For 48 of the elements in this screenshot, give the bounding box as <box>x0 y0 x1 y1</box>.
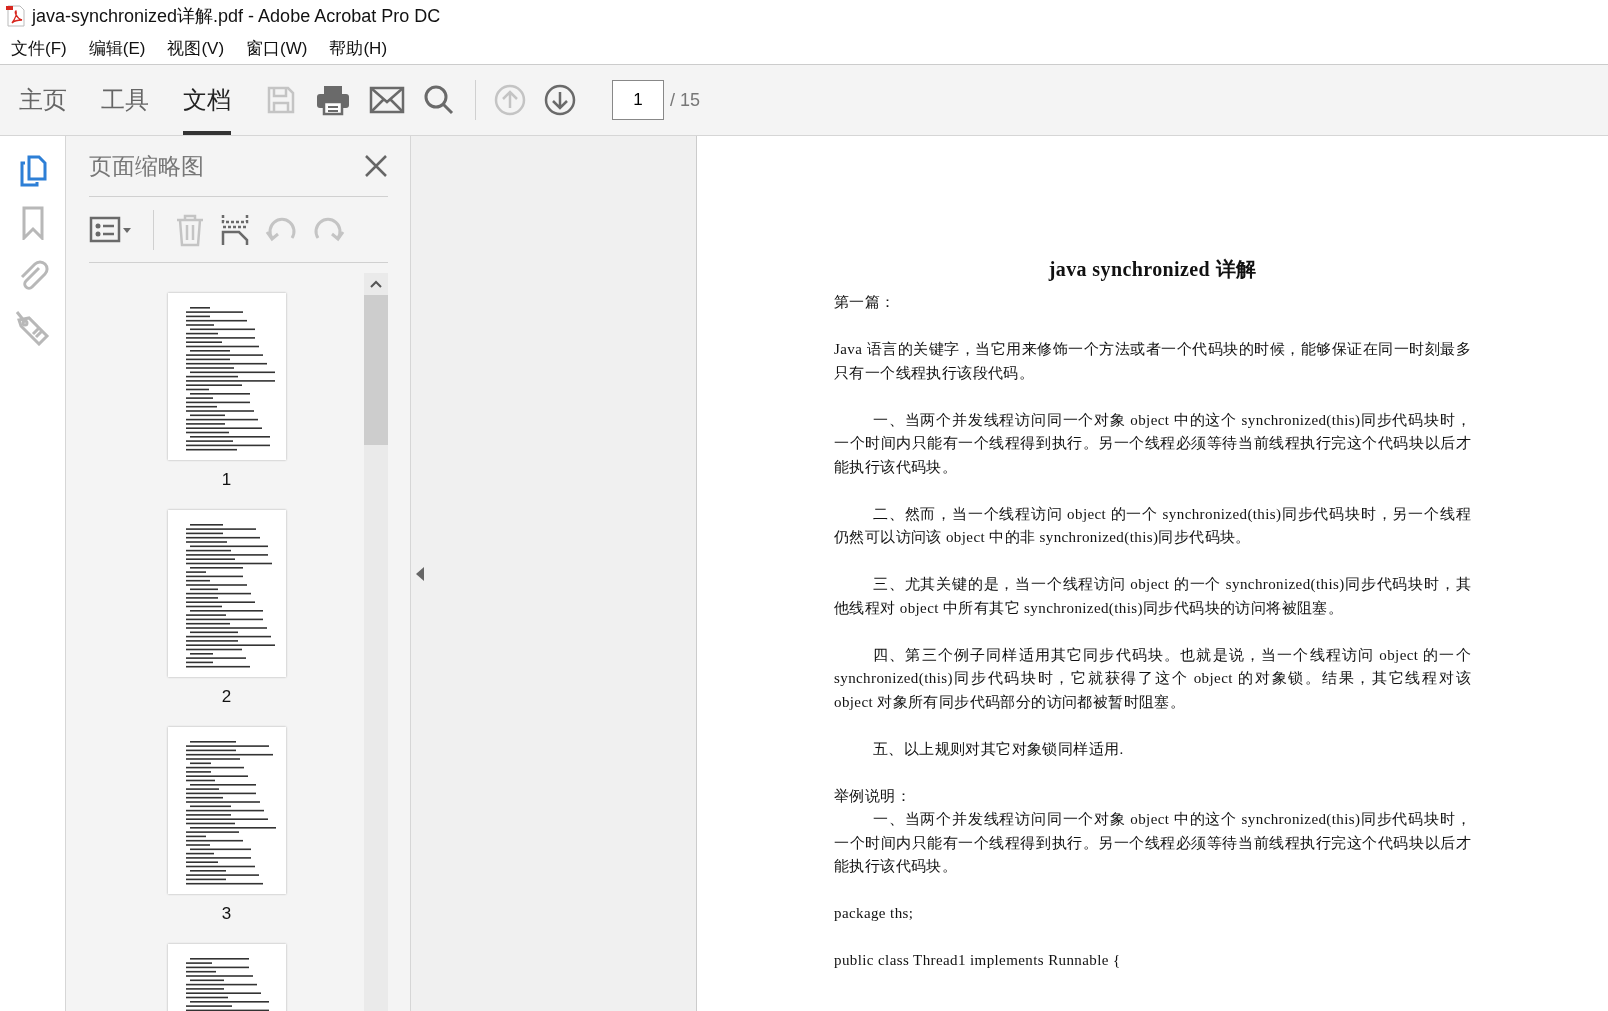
search-icon <box>423 84 455 116</box>
page-thumbnail[interactable] <box>167 727 286 894</box>
arrow-down-icon <box>544 84 576 116</box>
window-title: java-synchronized详解.pdf - Adobe Acrobat Pro DC <box>32 5 441 28</box>
paragraph: 五、以上规则对其它对象锁同样适用. <box>872 739 1125 759</box>
print-icon <box>315 84 351 116</box>
mail-button[interactable] <box>369 86 405 114</box>
menu-item[interactable]: 窗口(W) <box>246 36 308 60</box>
page-count: / 15 <box>670 89 701 111</box>
collapse-arrow-icon[interactable] <box>415 565 425 582</box>
pdf-file-icon <box>6 5 26 27</box>
scroll-thumb[interactable] <box>364 295 388 445</box>
menu-item[interactable]: 视图(V) <box>167 36 225 60</box>
print-button[interactable] <box>315 84 351 116</box>
paragraph: 第一篇： <box>834 293 897 312</box>
menu-item[interactable]: 文件(F) <box>11 36 67 60</box>
trash-icon <box>174 212 206 247</box>
next-page-button[interactable] <box>544 84 576 116</box>
options-button[interactable] <box>89 214 133 245</box>
save-icon <box>265 84 297 116</box>
document-title: java synchronized 详解 <box>1047 258 1258 282</box>
search-button[interactable] <box>423 84 455 116</box>
page-number: 2 <box>221 687 232 708</box>
paragraph: package ths; <box>834 904 915 923</box>
paragraph: public class Thread1 implements Runnable { <box>834 951 1122 970</box>
insert-button[interactable] <box>220 212 250 247</box>
arrow-up-icon <box>494 84 526 116</box>
options-icon <box>89 214 133 245</box>
menu-item[interactable]: 帮助(H) <box>329 36 388 60</box>
mail-icon <box>369 86 405 114</box>
insert-pages-icon <box>220 212 250 247</box>
close-icon[interactable] <box>364 154 388 178</box>
paragraph: Java 语言的关键字，当它用来修饰一个方法或者一个代码块的时候，能够保证在同一时刻最多只有一个线程执行该段代码。 <box>834 340 1471 383</box>
paragraph: 一、当两个并发线程访问同一个对象 object 中的这个 synchronized(this)同步代码块时，一个时间内只能有一个线程得到执行。另一个线程必须等待当前线程执行完这个代码块以后才能执行该代码块。 <box>834 810 1471 876</box>
paragraph: 一、当两个并发线程访问同一个对象 object 中的这个 synchronized(this)同步代码块时，一个时间内只能有一个线程得到执行。另一个线程必须等待当前线程执行完这个代码块以后才能执行该代码块。 <box>834 410 1471 477</box>
page-thumbnail[interactable] <box>167 293 286 460</box>
tab[interactable]: 工具 <box>101 65 149 135</box>
paragraph: 三、尤其关键的是，当一个线程访问 object 的一个 synchronized(this)同步代码块时，其他线程对 object 中所有其它 synchronized(this)同步代码块的访问将被阻塞。 <box>834 575 1471 618</box>
paragraph: 四、第三个例子同样适用其它同步代码块。也就是说，当一个线程访问 object 的一个 synchronized(this)同步代码块时，它就获得了这个 object 的对象锁。结果，其它线程对该 object 对象所有同步代码部分的访问都被暂时阻塞。 <box>834 645 1471 712</box>
tab[interactable]: 主页 <box>19 65 67 135</box>
page-number: 3 <box>221 904 232 925</box>
panel-title: 页面缩略图 <box>89 151 204 181</box>
page-number-field[interactable]: 1 <box>612 80 664 120</box>
page-number: 1 <box>221 470 232 491</box>
paragraph: 举例说明： <box>834 786 912 806</box>
paragraph: 二、然而，当一个线程访问 object 的一个 synchronized(this)同步代码块时，另一个线程仍然可以访问该 object 中的非 synchronized(this)同步代码块。 <box>834 504 1471 547</box>
page-thumbnail[interactable] <box>167 510 286 677</box>
menu-item[interactable]: 编辑(E) <box>88 36 146 60</box>
